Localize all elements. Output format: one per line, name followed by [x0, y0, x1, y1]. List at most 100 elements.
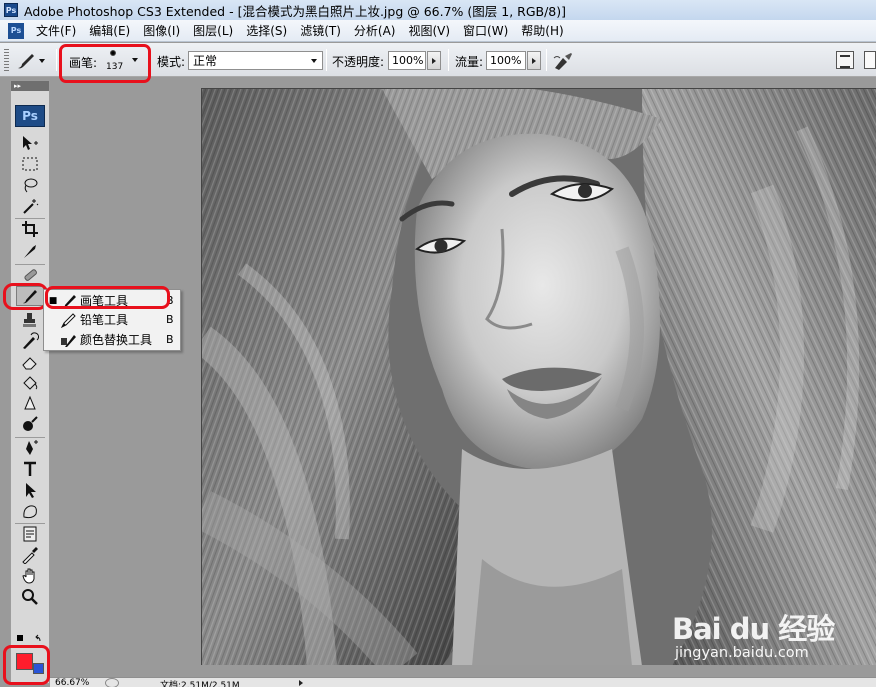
marquee-tool[interactable]	[16, 154, 44, 174]
crop-icon	[22, 221, 38, 237]
opacity-field[interactable]: 100%	[388, 51, 426, 70]
zoom-level[interactable]: 66.67%	[55, 678, 89, 687]
toolbox-header[interactable]: ▸▸	[11, 81, 49, 91]
slice-icon	[24, 245, 36, 258]
path-selection-icon	[26, 483, 36, 498]
menu-analysis[interactable]: 分析(A)	[348, 22, 403, 39]
palette-well-button[interactable]	[836, 51, 854, 69]
pencil-icon	[60, 312, 80, 328]
menu-file[interactable]: 文件(F)	[30, 22, 83, 39]
mode-label: 模式:	[157, 55, 186, 69]
marquee-icon	[22, 157, 38, 171]
options-bar-grip[interactable]	[4, 49, 9, 71]
portrait-photo	[202, 89, 876, 665]
arrow-right-icon	[532, 57, 536, 64]
flyout-item-highlight	[45, 286, 170, 309]
flow-label: 流量:	[455, 55, 484, 69]
flow-slider-button[interactable]	[527, 51, 541, 70]
shape-tool[interactable]	[16, 501, 44, 521]
menu-view[interactable]: 视图(V)	[402, 22, 457, 39]
menu-filter[interactable]: 滤镜(T)	[294, 22, 348, 39]
workspace-button[interactable]	[864, 51, 876, 69]
dodge-tool[interactable]	[16, 415, 44, 435]
brush-picker-highlight	[59, 44, 151, 83]
paint-bucket-icon	[23, 376, 38, 390]
baidu-logo: Bai du 经验	[672, 612, 835, 646]
flyout-item-pencil[interactable]: 铅笔工具 B	[46, 310, 178, 329]
color-replacement-icon	[60, 332, 80, 348]
healing-brush-tool[interactable]	[16, 265, 44, 285]
divider	[326, 49, 327, 71]
document-canvas[interactable]	[201, 88, 876, 665]
document-size: 文档:2.51M/2.51M	[160, 681, 240, 687]
slice-tool[interactable]	[16, 241, 44, 261]
opacity-slider-button[interactable]	[427, 51, 441, 70]
eyedropper-tool[interactable]	[16, 545, 44, 565]
photoshop-app-icon: Ps	[4, 3, 18, 17]
toolbox: ▸▸ Ps	[10, 80, 50, 684]
divider	[56, 49, 57, 71]
menu-window[interactable]: 窗口(W)	[457, 22, 515, 39]
color-swatch-highlight	[3, 645, 50, 685]
baidu-watermark: Bai du 经验 jingyan.baidu.com	[672, 596, 872, 668]
lasso-tool[interactable]	[16, 175, 44, 195]
blur-tool[interactable]	[16, 394, 44, 414]
zoom-tool[interactable]	[16, 587, 44, 607]
history-brush-icon	[23, 332, 39, 349]
blur-icon	[24, 395, 36, 410]
menu-image[interactable]: 图像(I)	[137, 22, 187, 39]
pen-icon	[26, 440, 38, 455]
crop-tool[interactable]	[16, 219, 44, 239]
eraser-tool[interactable]	[16, 352, 44, 372]
photoshop-window: Ps Adobe Photoshop CS3 Extended - [混合模式为…	[0, 0, 876, 687]
menu-edit[interactable]: 编辑(E)	[83, 22, 137, 39]
menu-help[interactable]: 帮助(H)	[515, 22, 570, 39]
blend-mode-select[interactable]: 正常	[188, 51, 323, 70]
clone-stamp-tool[interactable]	[16, 310, 44, 330]
paint-bucket-tool[interactable]	[16, 373, 44, 393]
chevron-down-icon	[39, 59, 45, 63]
status-info-arrow[interactable]	[296, 678, 306, 687]
default-colors-icon	[17, 634, 41, 642]
history-brush-tool[interactable]	[16, 331, 44, 351]
arrow-right-icon	[299, 680, 303, 686]
divider	[448, 49, 449, 71]
arrow-right-icon	[432, 57, 436, 64]
flyout-item-color-replacement[interactable]: 颜色替换工具 B	[46, 330, 178, 349]
magic-wand-tool[interactable]	[16, 196, 44, 216]
lasso-icon	[24, 178, 38, 193]
hand-tool[interactable]	[16, 566, 44, 586]
eyedropper-icon	[22, 547, 38, 564]
move-icon	[23, 136, 38, 150]
blend-mode-value: 正常	[193, 54, 218, 68]
shape-icon	[23, 505, 37, 519]
stamp-icon	[23, 313, 36, 327]
hand-icon	[22, 568, 35, 584]
status-menu-button[interactable]	[105, 678, 119, 687]
toolbox-logo[interactable]: Ps	[15, 105, 45, 127]
flyout-item-label: 铅笔工具	[80, 313, 129, 327]
airbrush-button[interactable]	[551, 50, 575, 72]
watermark-site: jingyan.baidu.com	[675, 645, 809, 661]
flow-field[interactable]: 100%	[486, 51, 526, 70]
menu-layer[interactable]: 图层(L)	[187, 22, 240, 39]
flyout-item-label: 颜色替换工具	[80, 333, 153, 347]
tool-preset-picker[interactable]	[15, 50, 51, 72]
pen-tool[interactable]	[16, 438, 44, 458]
path-selection-tool[interactable]	[16, 480, 44, 500]
zoom-icon	[22, 589, 38, 605]
bandage-icon	[24, 269, 37, 281]
brush-tool-highlight	[3, 283, 48, 310]
type-tool[interactable]	[16, 459, 44, 479]
status-bar: 66.67% 文档:2.51M/2.51M	[50, 677, 876, 687]
photoshop-menu-icon[interactable]: Ps	[8, 22, 24, 39]
notes-tool[interactable]	[16, 524, 44, 544]
move-tool[interactable]	[16, 133, 44, 153]
menu-bar: Ps 文件(F) 编辑(E) 图像(I) 图层(L) 选择(S) 滤镜(T) 分…	[0, 20, 876, 42]
menu-select[interactable]: 选择(S)	[240, 22, 294, 39]
airbrush-icon	[553, 53, 572, 70]
default-colors-button[interactable]	[16, 633, 44, 645]
divider	[546, 49, 547, 71]
eraser-icon	[22, 357, 37, 370]
window-title: Adobe Photoshop CS3 Extended - [混合模式为黑白照…	[24, 3, 567, 19]
